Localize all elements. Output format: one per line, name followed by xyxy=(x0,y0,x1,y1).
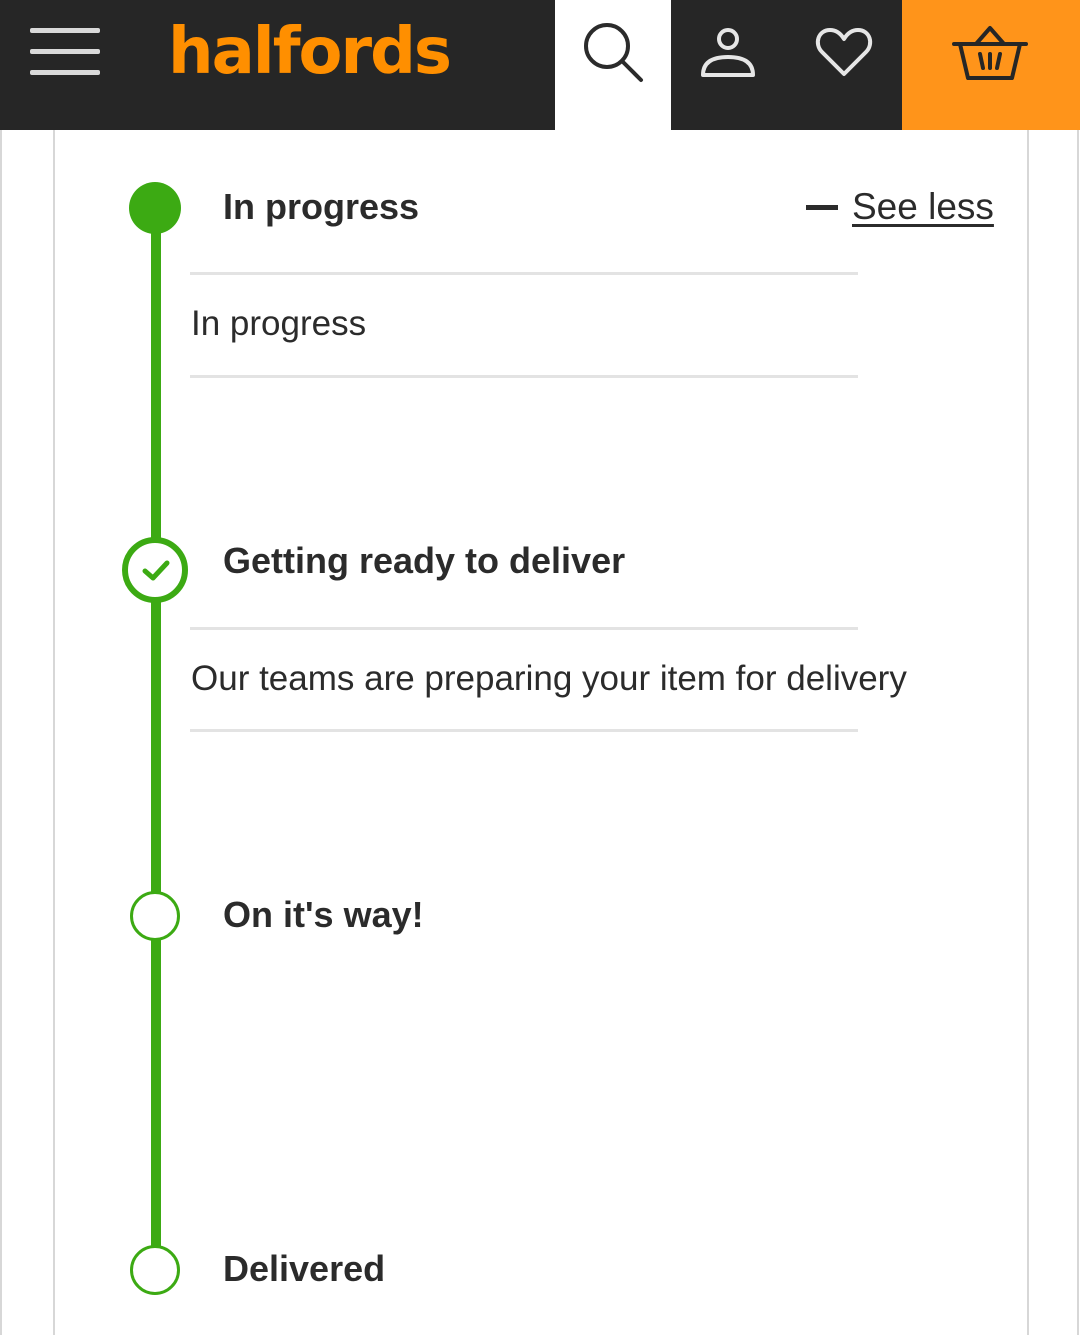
basket-icon xyxy=(952,26,1028,80)
account-icon xyxy=(701,28,755,77)
step-complete-dot xyxy=(122,537,188,603)
minus-icon xyxy=(806,204,838,210)
heart-icon xyxy=(815,28,873,76)
see-less-label: See less xyxy=(852,186,994,227)
progress-track-line xyxy=(151,185,161,1270)
menu-button[interactable] xyxy=(30,26,102,78)
divider xyxy=(190,272,858,275)
step-current-dot xyxy=(129,182,181,234)
account-button[interactable] xyxy=(690,20,766,90)
divider xyxy=(190,729,858,732)
divider xyxy=(190,627,858,630)
step-title-getting-ready: Getting ready to deliver xyxy=(223,540,626,581)
page-edge-left xyxy=(0,130,2,1335)
page-edge-right xyxy=(1077,130,1079,1335)
site-header: halfords xyxy=(0,0,1080,130)
step-title-in-progress: In progress xyxy=(223,186,420,227)
step-pending-dot xyxy=(130,891,180,941)
step-title-delivered: Delivered xyxy=(223,1248,386,1289)
search-button[interactable] xyxy=(555,0,671,130)
basket-button[interactable] xyxy=(902,0,1080,130)
step-description: In progress xyxy=(191,304,367,343)
hamburger-menu-icon xyxy=(30,28,100,75)
step-title-on-its-way: On it's way! xyxy=(223,894,424,935)
divider xyxy=(190,375,858,378)
brand-logo[interactable]: halfords xyxy=(168,12,452,92)
checkmark-icon xyxy=(142,560,170,581)
step-pending-dot xyxy=(130,1245,180,1295)
see-less-toggle[interactable]: See less xyxy=(806,185,994,229)
step-description: Our teams are preparing your item for de… xyxy=(191,659,907,698)
wishlist-button[interactable] xyxy=(808,20,880,90)
search-icon xyxy=(584,23,643,82)
